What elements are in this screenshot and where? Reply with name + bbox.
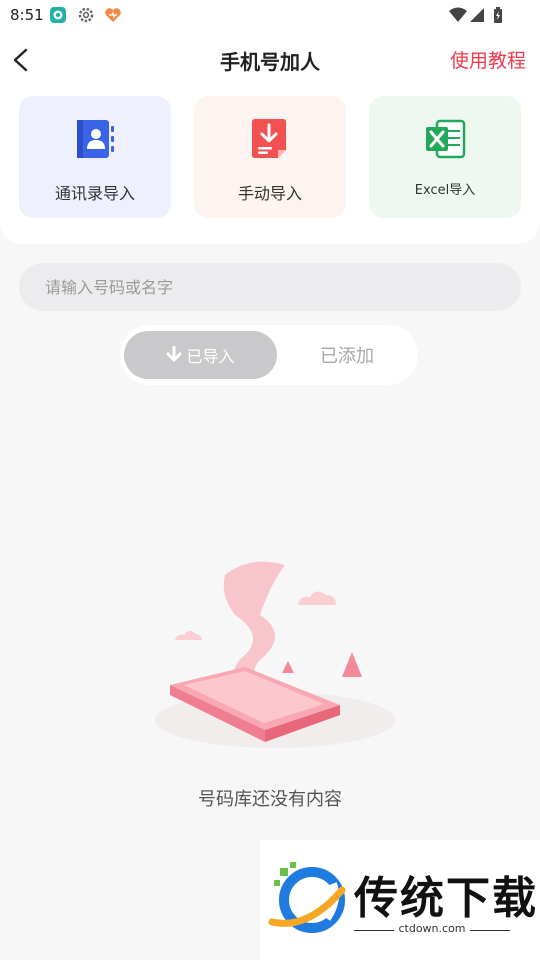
top-panel: 手机号加人 使用教程 通讯录导入 手动导入 Excel导入	[0, 32, 540, 244]
search-box	[19, 263, 521, 311]
contacts-book-icon	[77, 120, 114, 158]
watermark-domain: ctdown.com	[354, 922, 510, 935]
empty-state-message: 号码库还没有内容	[198, 789, 342, 810]
watermark: 传统下载 ctdown.com	[260, 840, 540, 960]
heart-app-icon	[105, 8, 121, 22]
segmented-tabs: 已导入 已添加	[120, 325, 418, 385]
tab-imported-label: 已导入	[186, 347, 235, 366]
contacts-import-button[interactable]: 通讯录导入	[19, 96, 171, 218]
excel-import-button[interactable]: Excel导入	[369, 96, 521, 218]
cellular-signal-icon	[470, 8, 484, 22]
battery-icon	[494, 7, 502, 23]
tutorial-link[interactable]: 使用教程	[450, 46, 526, 73]
tab-added[interactable]: 已添加	[280, 331, 414, 379]
tab-imported[interactable]: 已导入	[124, 331, 277, 379]
watermark-name: 传统下载	[354, 873, 538, 924]
settings-gear-icon	[78, 7, 94, 23]
import-arrow-icon	[166, 346, 182, 362]
manual-import-icon	[252, 119, 286, 158]
contacts-import-label: 通讯录导入	[54, 184, 135, 203]
watermark-logo-icon	[268, 862, 346, 933]
excel-icon	[426, 119, 466, 159]
excel-import-label: Excel导入	[414, 183, 476, 198]
manual-import-label: 手动导入	[237, 184, 302, 203]
app-notification-icon	[50, 7, 66, 23]
empty-state-illustration	[155, 561, 395, 748]
manual-import-button[interactable]: 手动导入	[194, 96, 346, 218]
status-time: 8:51	[10, 6, 44, 24]
search-input[interactable]	[45, 263, 505, 311]
wifi-icon	[449, 7, 467, 22]
status-bar: 8:51	[0, 0, 540, 32]
tab-added-label: 已添加	[320, 346, 374, 367]
